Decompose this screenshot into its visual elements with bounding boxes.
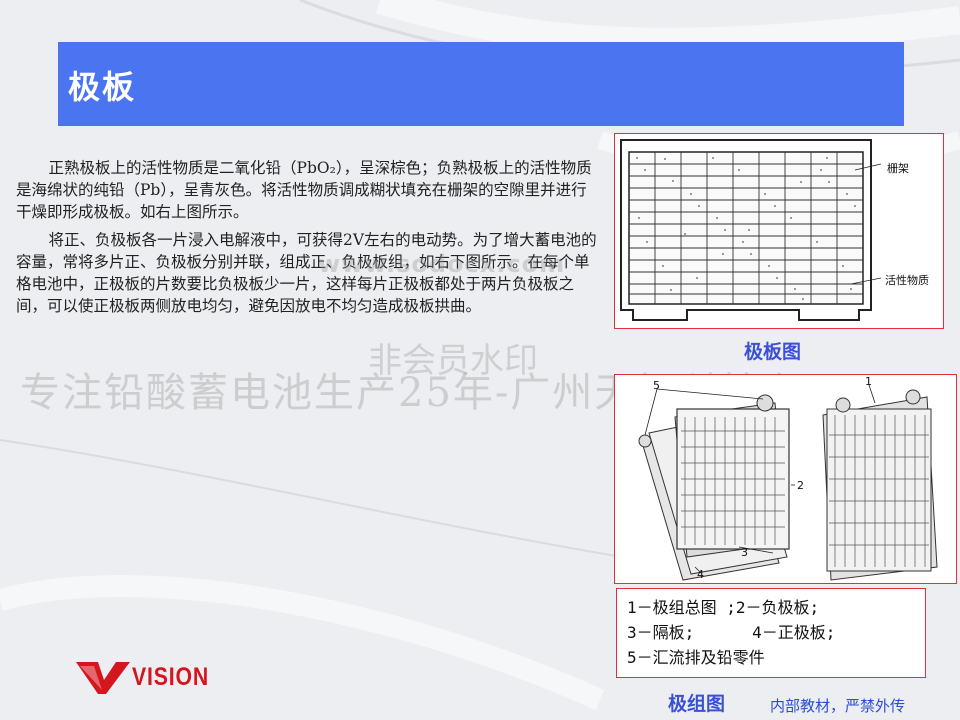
plate-group-caption: 极组图 (668, 693, 726, 715)
callout-3: 3 (741, 546, 748, 559)
internal-use-note: 内部教材，严禁外传 (770, 697, 906, 715)
plate-figure: 栅架 活性物质 (614, 133, 944, 329)
plate-caption: 极板图 (744, 341, 802, 363)
vision-logo-icon (76, 662, 130, 694)
paragraph-1: 正熟极板上的活性物质是二氧化铅（PbO₂），呈深棕色；负熟极板上的活性物质是海绵… (16, 159, 592, 221)
callout-5: 5 (653, 379, 660, 392)
legend-line-3: 5－汇流排及铅零件 (627, 648, 765, 667)
body-text: 正熟极板上的活性物质是二氧化铅（PbO₂），呈深棕色；负熟极板上的活性物质是海绵… (16, 157, 602, 323)
callout-4: 4 (697, 568, 704, 581)
plate-group-figure: 5 1 2 3 4 (614, 374, 957, 584)
plate-group-illustration: 5 1 2 3 4 (638, 375, 938, 581)
legend-line-2: 3－隔板; 4－正极板; (627, 623, 836, 642)
legend-line-1: 1－极组总图 ;2－负极板; (627, 598, 820, 617)
brand-name: VISION (132, 663, 210, 691)
callout-1: 1 (865, 375, 872, 388)
active-material-label: 活性物质 (885, 274, 929, 287)
url-watermark: www.sodocx.com (318, 250, 566, 278)
grid-frame-label: 栅架 (887, 162, 909, 175)
slide-title: 极板 (68, 68, 137, 106)
plate-group-legend: 1－极组总图 ;2－负极板; 3－隔板; 4－正极板; 5－汇流排及铅零件 (616, 588, 926, 678)
title-bar: 极板 (58, 42, 904, 126)
callout-2: 2 (797, 479, 804, 492)
